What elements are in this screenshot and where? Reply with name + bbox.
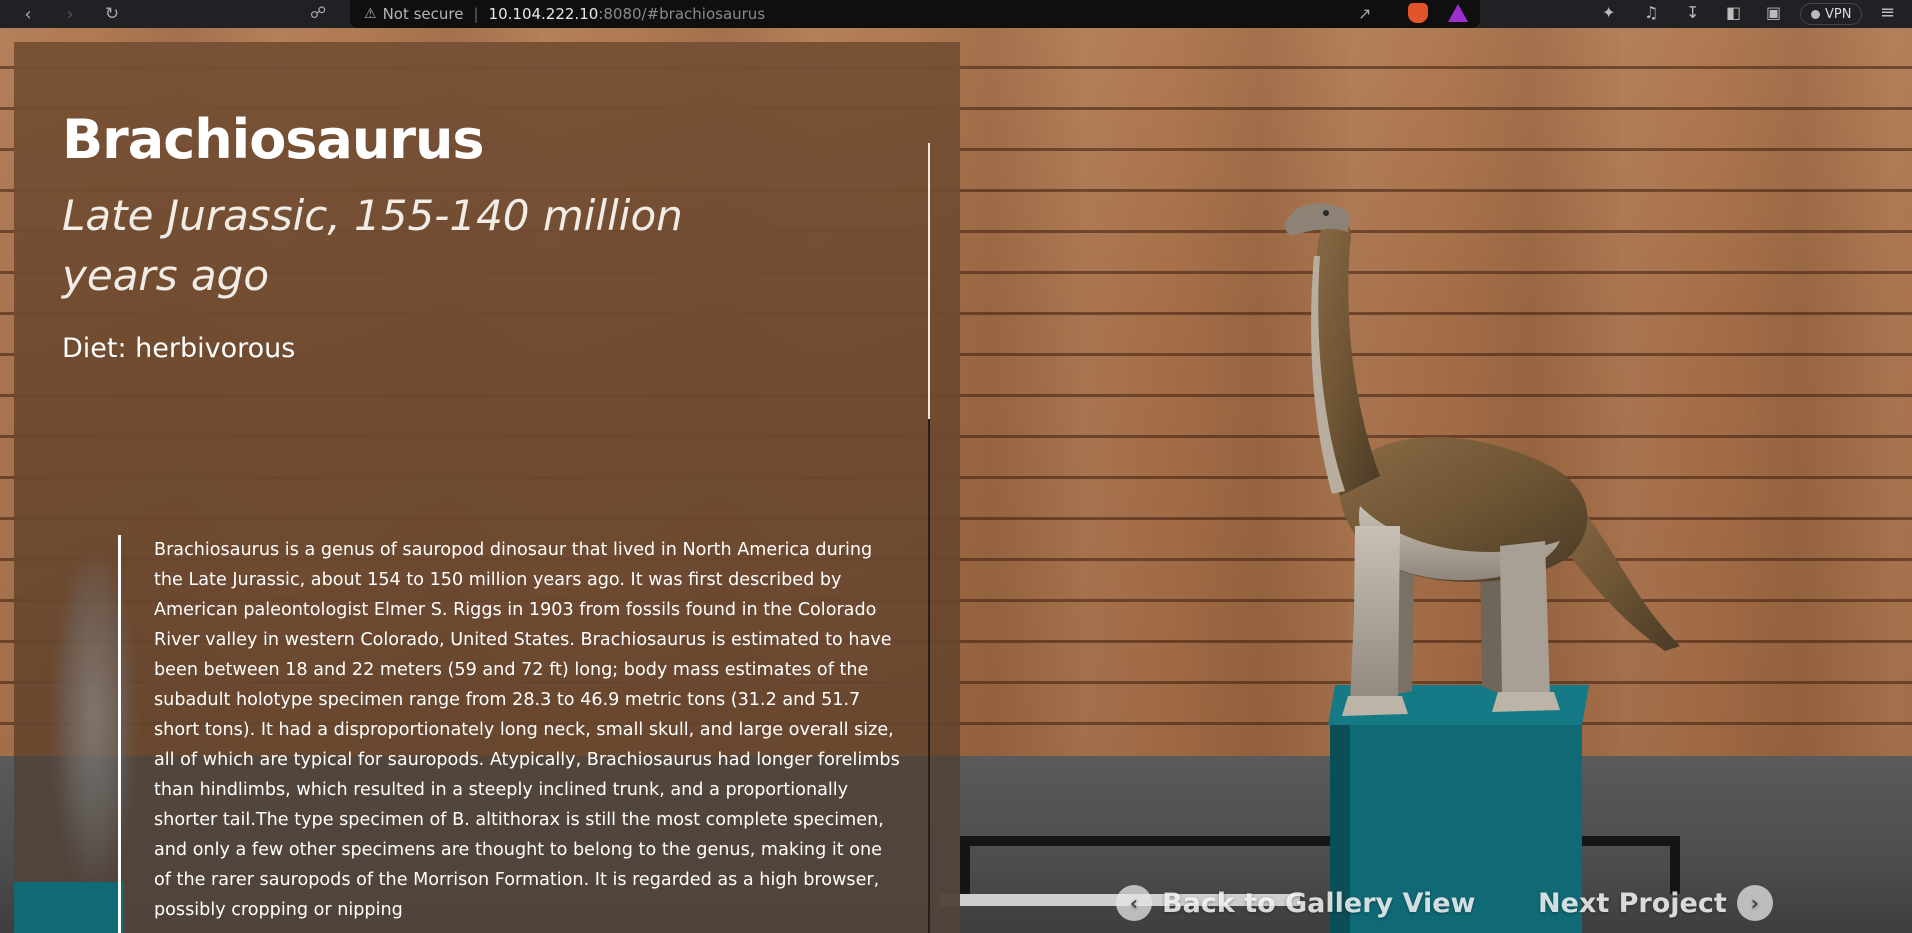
extensions-icon[interactable]: ✦: [1602, 3, 1615, 22]
period-subtitle: Late Jurassic, 155-140 million years ago: [62, 191, 683, 300]
brave-shields-icon[interactable]: [1408, 3, 1428, 23]
forward-arrow-icon[interactable]: ›: [56, 0, 84, 28]
vpn-label: VPN: [1825, 6, 1852, 22]
brachiosaurus-model[interactable]: [1270, 196, 1700, 736]
vpn-button[interactable]: VPN: [1800, 3, 1863, 25]
download-icon[interactable]: ↧: [1686, 3, 1699, 22]
vpn-status-icon: [1811, 9, 1820, 19]
next-project-label: Next Project: [1538, 887, 1727, 919]
page-title: Brachiosaurus: [62, 108, 485, 171]
url-host: 10.104.222.10: [488, 5, 599, 23]
address-bar[interactable]: ⚠ Not secure | 10.104.222.10 :8080/#brac…: [350, 0, 1480, 28]
back-to-gallery-button[interactable]: ‹ Back to Gallery View: [1116, 885, 1475, 921]
diet-label: Diet: herbivorous: [62, 333, 296, 364]
description-accent-bar: [118, 535, 121, 933]
browser-toolbar: ‹ › ↻ ☍ ⚠ Not secure | 10.104.222.10 :80…: [0, 0, 1912, 28]
pedestal-reflection: [14, 882, 124, 933]
sidebar-icon[interactable]: ◧: [1726, 3, 1741, 22]
url-separator: |: [473, 5, 479, 23]
warning-icon: ⚠: [364, 6, 377, 22]
divider-line: [928, 143, 930, 419]
chevron-right-icon: ›: [1736, 885, 1773, 921]
back-arrow-icon[interactable]: ‹: [14, 0, 42, 28]
bookmark-icon[interactable]: ☍: [310, 3, 326, 22]
next-project-button[interactable]: Next Project ›: [1538, 885, 1773, 921]
menu-icon[interactable]: ≡: [1880, 2, 1895, 23]
share-icon[interactable]: ↗: [1358, 4, 1371, 23]
blurred-figure: [54, 552, 134, 882]
url-path: :8080/#brachiosaurus: [598, 5, 766, 23]
back-to-gallery-label: Back to Gallery View: [1162, 887, 1476, 919]
description-text: Brachiosaurus is a genus of sauropod din…: [154, 540, 900, 920]
security-label: Not secure: [382, 5, 464, 23]
gallery-scene: Brachiosaurus Late Jurassic, 155-140 mil…: [0, 28, 1912, 933]
reload-icon[interactable]: ↻: [98, 0, 126, 28]
wallet-icon[interactable]: ▣: [1766, 3, 1781, 22]
chevron-left-icon: ‹: [1116, 885, 1152, 921]
rewards-icon[interactable]: [1448, 4, 1468, 22]
divider-line-lower: [928, 419, 930, 933]
media-icon[interactable]: ♫: [1644, 3, 1658, 22]
